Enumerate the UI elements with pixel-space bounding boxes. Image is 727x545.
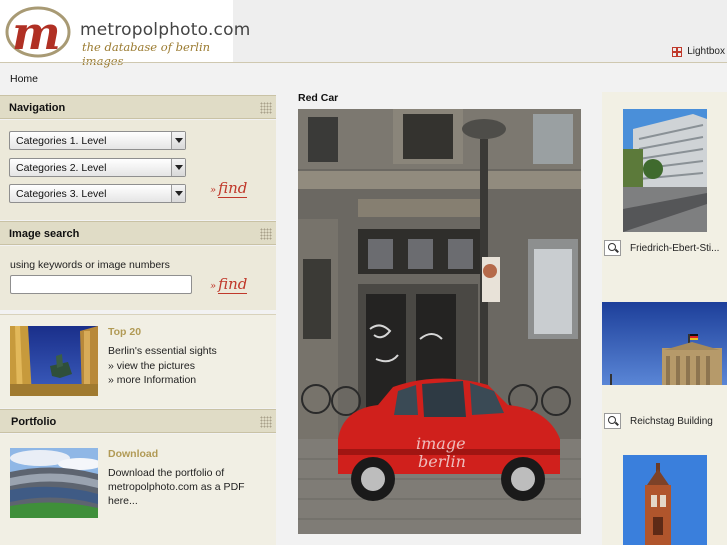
top20-subtitle: Berlin's essential sights — [108, 345, 217, 357]
lightbox-link[interactable]: Lightbox — [672, 46, 725, 57]
thumbnail-2-caption[interactable]: Reichstag Building — [604, 413, 713, 429]
breadcrumb-home[interactable]: Home — [10, 73, 38, 85]
more-information-link[interactable]: » more Information — [108, 374, 196, 386]
grip-icon — [260, 102, 272, 114]
category-level-2-select[interactable]: Categories 2. Level — [9, 158, 186, 177]
navigation-title: Navigation — [9, 102, 66, 114]
top20-image[interactable] — [10, 326, 98, 396]
find-raquo: » — [210, 185, 217, 196]
reichstag-building-photo — [602, 302, 727, 385]
logo-site-name: metropolphoto.com — [80, 20, 251, 40]
image-search-title: Image search — [9, 228, 80, 240]
header-divider — [0, 62, 727, 63]
find-label: find — [218, 179, 248, 198]
portfolio-text-line-2: metropolphoto.com as a PDF — [108, 481, 245, 493]
search-find-button[interactable]: » find — [210, 275, 248, 294]
grid-icon — [672, 46, 683, 57]
magnifier-icon[interactable] — [604, 413, 621, 429]
thumbnail-1[interactable] — [623, 109, 707, 232]
thumbnail-2[interactable] — [602, 302, 727, 385]
logo-tagline: the database of berlin images — [82, 40, 211, 68]
category-level-3-select[interactable]: Categories 3. Level — [9, 184, 186, 203]
header: m metropolphoto.com the database of berl… — [0, 0, 727, 68]
thumbnail-1-caption[interactable]: Friedrich-Ebert-Sti... — [604, 240, 719, 256]
chevron-down-icon — [171, 132, 185, 149]
select-label: Categories 1. Level — [16, 135, 107, 147]
red-car-photo: image berlin — [298, 109, 581, 534]
lightbox-label: Lightbox — [687, 46, 725, 57]
grip-icon — [260, 416, 272, 428]
image-search-header: Image search — [0, 221, 276, 245]
logo-mark-icon: m — [5, 6, 71, 58]
church-tower-photo — [623, 455, 707, 545]
brandenburg-gate-photo — [10, 326, 98, 396]
portfolio-image[interactable] — [10, 448, 98, 518]
navigation-find-button[interactable]: » find — [210, 179, 248, 198]
friedrich-ebert-stiftung-photo — [623, 109, 707, 232]
portfolio-header: Portfolio — [0, 409, 276, 433]
photo-title: Red Car — [298, 92, 339, 104]
view-pictures-link[interactable]: » view the pictures — [108, 360, 195, 372]
logo-letter: m — [12, 6, 61, 58]
select-label: Categories 3. Level — [16, 188, 107, 200]
caption-text: Friedrich-Ebert-Sti... — [630, 242, 720, 254]
main-photo[interactable]: image berlin — [298, 109, 581, 534]
category-level-1-select[interactable]: Categories 1. Level — [9, 131, 186, 150]
find-label: find — [218, 275, 248, 294]
caption-text: Reichstag Building — [630, 415, 713, 427]
olympic-stadium-photo — [10, 448, 98, 518]
watermark-line-1: image — [416, 434, 466, 453]
top20-title[interactable]: Top 20 — [108, 326, 141, 338]
search-input[interactable] — [10, 275, 192, 294]
logo[interactable]: m metropolphoto.com the database of berl… — [0, 0, 250, 68]
portfolio-download-title[interactable]: Download — [108, 448, 158, 460]
portfolio-title: Portfolio — [11, 416, 57, 428]
watermark-line-2: berlin — [418, 452, 466, 471]
navigation-header: Navigation — [0, 95, 276, 119]
find-raquo: » — [210, 281, 217, 292]
chevron-down-icon — [171, 185, 185, 202]
select-label: Categories 2. Level — [16, 162, 107, 174]
portfolio-text-line-1: Download the portfolio of — [108, 467, 225, 479]
breadcrumb[interactable]: Home — [10, 73, 38, 85]
portfolio-text-line-3[interactable]: here... — [108, 494, 138, 508]
chevron-down-icon — [171, 159, 185, 176]
search-hint: using keywords or image numbers — [10, 259, 170, 271]
grip-icon — [260, 228, 272, 240]
magnifier-icon[interactable] — [604, 240, 621, 256]
thumbnail-3[interactable] — [623, 455, 707, 545]
